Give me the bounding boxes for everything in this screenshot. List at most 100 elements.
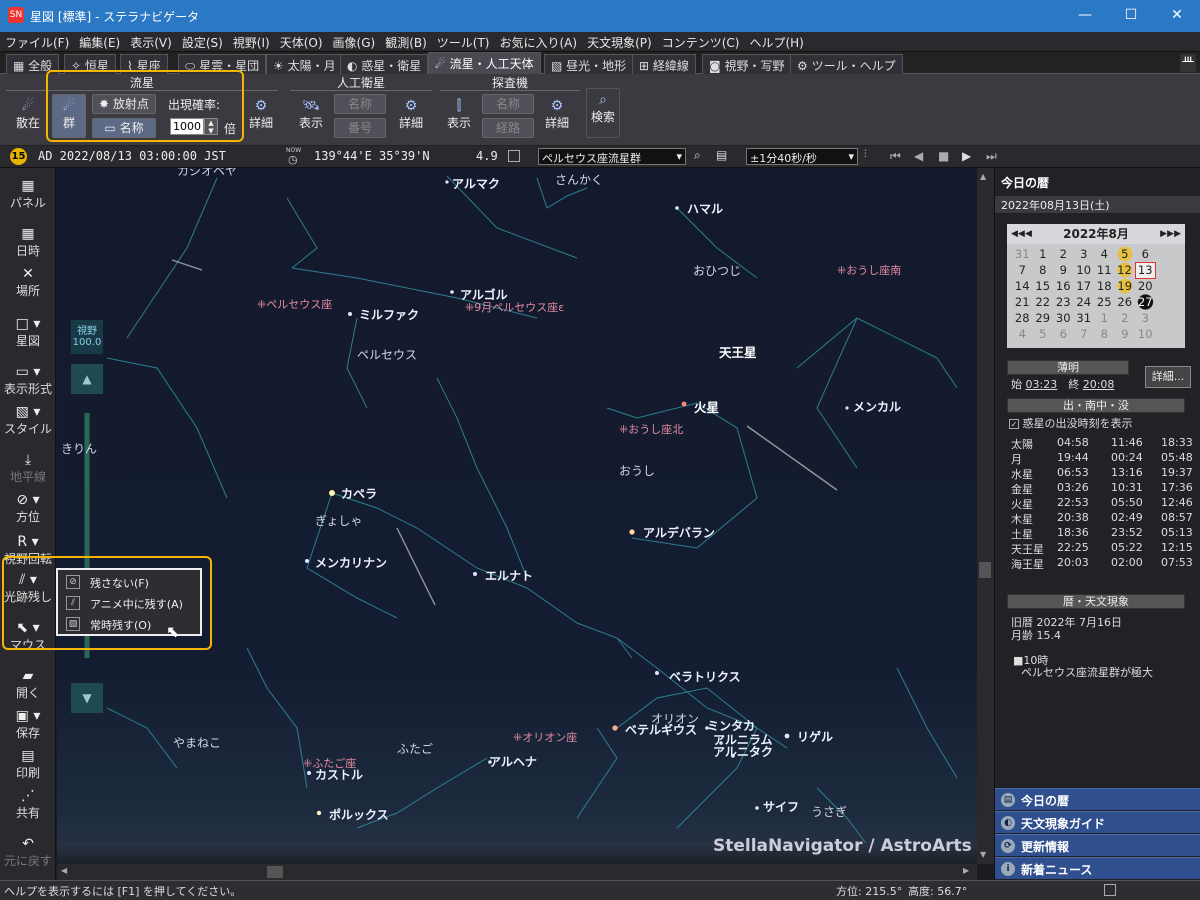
calendar-day[interactable]: 10 [1135,326,1156,342]
star-label[interactable]: ベラトリクス [669,668,741,685]
zoom-out-button[interactable]: ▼ [71,683,103,713]
calendar-day[interactable]: 9 [1053,262,1074,278]
calendar-day[interactable]: 1 [1094,310,1115,326]
open-button[interactable]: ▰ 開く [0,668,56,701]
scroll-thumb[interactable] [979,562,991,578]
nav-calendar[interactable]: ▤ 今日の暦 [995,788,1200,810]
calendar-day[interactable]: 2 [1115,310,1136,326]
calendar-day[interactable]: 8 [1033,262,1054,278]
calendar-day[interactable]: 27 [1135,294,1156,310]
calendar-day[interactable]: 7 [1074,326,1095,342]
star-label[interactable]: メンカル [853,398,901,415]
menu-edit[interactable]: 編集(E) [74,32,125,53]
trail-status-icon[interactable] [1104,884,1116,896]
star-label[interactable]: ベテルギウス [625,721,697,738]
share-button[interactable]: ⋰ 共有 [0,788,56,821]
constellation-label[interactable]: おうし [619,462,655,479]
tab-fov-photo[interactable]: ◙ 視野・写野 [702,54,792,74]
skip-forward-icon[interactable]: ⏭ [986,149,997,164]
close-button[interactable]: ✕ [1154,0,1200,32]
calendar-day[interactable]: 30 [1053,310,1074,326]
prev-year-button[interactable]: ◀◀ [1011,224,1025,244]
meteor-shower-label[interactable]: ⁜9月ペルセウス座ε [465,299,564,315]
probe-path-button[interactable]: 経路 [482,118,534,138]
calendar-day[interactable]: 5 [1114,246,1135,262]
calendar-day[interactable]: 20 [1135,278,1156,294]
scroll-right-icon[interactable]: ▶ [963,866,969,875]
prev-month-button[interactable]: ◀ [1025,224,1032,244]
calendar-day[interactable]: 15 [1033,278,1054,294]
print-button[interactable]: ▤ 印刷 [0,748,56,781]
menu-file[interactable]: ファイル(F) [0,32,74,53]
sky-chart[interactable]: 視野 100.0 ▲ ▼ カシオペヤ アルマク さんかく ハマル おひつじ ⁜おうし座南 ⁜ペ… [57,168,977,864]
tab-meteor-artificial[interactable]: ☄ 流星・人工天体 [428,52,541,74]
constellation-label[interactable]: ふたご [397,740,433,757]
scroll-left-icon[interactable]: ◀ [61,866,67,875]
calendar-day[interactable]: 12 [1114,262,1135,278]
calendar-day[interactable]: 1 [1033,246,1054,262]
minimize-button[interactable]: — [1062,0,1108,32]
calendar-day[interactable]: 29 [1033,310,1054,326]
undo-button[interactable]: ↶ 元に戻す [0,836,56,869]
constellation-label[interactable]: カシオペヤ [177,168,237,179]
tab-planets[interactable]: ◐ 惑星・衛星 [340,54,429,74]
calendar-day[interactable]: 26 [1115,294,1136,310]
calendar-day[interactable]: 14 [1012,278,1033,294]
constellation-label[interactable]: ぎょしゃ [315,512,362,529]
nav-news[interactable]: i 新着ニュース [995,857,1200,879]
scatter-button[interactable]: ☄ 散在 [10,94,46,138]
location-button[interactable]: ✕ 場所 [0,266,56,299]
pin-icon[interactable]: ᚈ [1180,54,1196,72]
horizon-button[interactable]: ⤓ 地平線 [0,452,56,485]
satellite-show-button[interactable]: 🛰 表示 [294,94,328,138]
menu-favorites[interactable]: お気に入り(A) [495,32,583,53]
tab-grid-lines[interactable]: ⊞ 経緯線 [632,54,696,74]
display-format-button[interactable]: ▭ ▾ 表示形式 [0,364,56,397]
star-label[interactable]: カストル [315,766,363,783]
planet-rise-checkbox[interactable]: ✓ 惑星の出没時刻を表示 [1009,415,1133,431]
nav-phenomena-guide[interactable]: ◐ 天文現象ガイド [995,811,1200,833]
menu-settings[interactable]: 設定(S) [177,32,228,53]
menu-contents[interactable]: コンテンツ(C) [657,32,745,53]
meteor-shower-label[interactable]: ⁜おうし座北 [619,421,683,437]
calendar-day[interactable]: 4 [1012,326,1033,342]
next-month-button[interactable]: ▶ [1160,224,1167,244]
probe-detail-button[interactable]: ⚙ 詳細 [540,94,574,138]
calendar-day[interactable]: 5 [1033,326,1054,342]
menu-fov[interactable]: 視野(I) [228,32,275,53]
menu-view[interactable]: 表示(V) [125,32,177,53]
calendar-day[interactable]: 7 [1012,262,1033,278]
next-year-button[interactable]: ▶▶ [1167,224,1181,244]
calendar-day[interactable]: 19 [1114,278,1135,294]
meteor-shower-label[interactable]: ⁜オリオン座 [513,729,577,745]
star-label[interactable]: リゲル [797,728,833,745]
datetime-button[interactable]: ▦ 日時 [0,226,56,259]
calendar-day[interactable]: 22 [1033,294,1054,310]
star-label[interactable]: メンカリナン [315,554,387,571]
calendar-day[interactable]: 8 [1094,326,1115,342]
menu-observe[interactable]: 観測(B) [380,32,432,53]
trail-animation-item[interactable]: ⫽ アニメ中に残す(A) [60,593,198,614]
calendar-day[interactable]: 11 [1094,262,1115,278]
twilight-detail-button[interactable]: 詳細... [1145,366,1191,388]
calendar-day[interactable]: 25 [1094,294,1115,310]
scroll-up-icon[interactable]: ▲ [980,172,986,181]
horizontal-scrollbar[interactable]: ◀ ▶ [57,864,977,880]
star-label[interactable]: カペラ [341,485,377,502]
clock-icon[interactable]: ◷ [288,153,298,166]
calendar-day[interactable]: 3 [1135,310,1156,326]
calendar-day[interactable]: 2 [1053,246,1074,262]
meteor-shower-label[interactable]: ⁜おうし座南 [837,262,901,278]
constellation-label[interactable]: おひつじ [693,262,741,279]
menu-image[interactable]: 画像(G) [328,32,381,53]
tab-tools-help[interactable]: ⚙ ツール・ヘルプ [790,54,903,74]
zoom-in-button[interactable]: ▲ [71,364,103,394]
calendar-day[interactable]: 4 [1094,246,1115,262]
direction-button[interactable]: ⊘ ▾ 方位 [0,492,56,525]
menu-help[interactable]: ヘルプ(H) [744,32,808,53]
tab-daylight-terrain[interactable]: ▧ 昼光・地形 [544,54,634,74]
probe-name-button[interactable]: 名称 [482,94,534,114]
planet-label[interactable]: 天王星 [719,342,757,361]
step-select[interactable]: ±1分40秒/秒 ▾ [746,148,858,165]
limit-magnitude[interactable]: 4.9 [476,149,498,163]
